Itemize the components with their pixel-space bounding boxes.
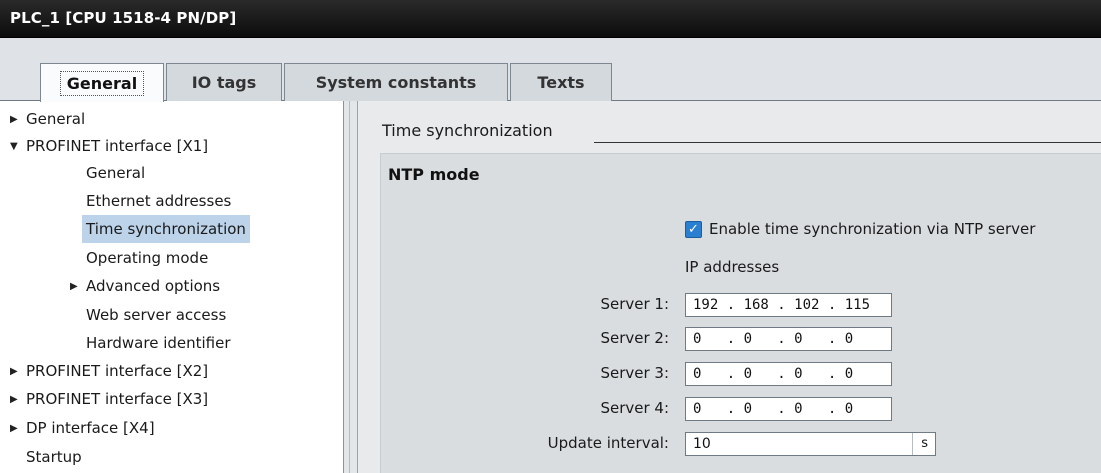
- section-title: Time synchronization: [382, 121, 561, 140]
- tab-texts[interactable]: Texts: [510, 63, 612, 101]
- nav-item-label: PROFINET interface [X1]: [26, 137, 209, 155]
- expand-arrow-icon[interactable]: ▶: [70, 281, 82, 292]
- tab-general-label: General: [59, 70, 145, 96]
- unit-separator: [912, 433, 913, 455]
- expand-arrow-icon[interactable]: ▶: [10, 394, 22, 405]
- collapse-arrow-icon[interactable]: ▼: [10, 141, 22, 152]
- update-interval-value: 10: [693, 436, 711, 452]
- server-4-ip-field[interactable]: 0 . 0 . 0 . 0: [685, 397, 892, 421]
- ip-addresses-label: IP addresses: [685, 258, 780, 276]
- nav-item-general[interactable]: ▶ General: [10, 105, 85, 133]
- nav-item-label: Advanced options: [86, 277, 221, 295]
- nav-item-profinet-x2[interactable]: ▶ PROFINET interface [X2]: [10, 357, 208, 385]
- nav-item-label: DP interface [X4]: [26, 419, 155, 437]
- window-title: PLC_1 [CPU 1518-4 PN/DP]: [10, 9, 237, 27]
- nav-item-profinet-x1[interactable]: ▼ PROFINET interface [X1]: [10, 132, 208, 160]
- section-divider: [594, 142, 1101, 143]
- tab-general[interactable]: General: [40, 63, 164, 102]
- nav-item-label: General: [26, 110, 86, 128]
- nav-item-advanced-options[interactable]: ▶ Advanced options: [70, 272, 220, 300]
- server-2-ip-field[interactable]: 0 . 0 . 0 . 0: [685, 327, 892, 351]
- nav-item-operating-mode[interactable]: Operating mode: [86, 244, 208, 272]
- tab-io-tags[interactable]: IO tags: [166, 63, 282, 101]
- enable-ntp-label: Enable time synchronization via NTP serv…: [709, 220, 1036, 238]
- nav-item-startup[interactable]: Startup: [26, 443, 82, 471]
- server-3-ip-field[interactable]: 0 . 0 . 0 . 0: [685, 362, 892, 386]
- nav-item-label: Hardware identifier: [86, 334, 231, 352]
- content-area: Time synchronization NTP mode ✓ Enable t…: [358, 101, 1101, 473]
- tab-strip: General IO tags System constants Texts: [0, 38, 1101, 102]
- tab-system-constants-label: System constants: [315, 73, 477, 92]
- nav-item-label: PROFINET interface [X2]: [26, 362, 209, 380]
- expand-arrow-icon[interactable]: ▶: [10, 114, 22, 125]
- server-4-label: Server 4:: [600, 399, 669, 417]
- update-interval-label: Update interval:: [547, 434, 669, 452]
- nav-item-dp-x4[interactable]: ▶ DP interface [X4]: [10, 414, 155, 442]
- expand-arrow-icon[interactable]: ▶: [10, 423, 22, 434]
- update-interval-unit: s: [921, 436, 928, 451]
- nav-item-label: Startup: [26, 448, 82, 466]
- nav-item-label: PROFINET interface [X3]: [26, 390, 209, 408]
- server-2-label: Server 2:: [600, 329, 669, 347]
- nav-item-web-server-access[interactable]: Web server access: [86, 301, 226, 329]
- update-interval-field[interactable]: 10 s: [685, 432, 936, 456]
- nav-item-label: General: [86, 164, 146, 182]
- nav-item-label: Time synchronization: [86, 220, 246, 238]
- tab-system-constants[interactable]: System constants: [284, 63, 508, 101]
- title-bar: PLC_1 [CPU 1518-4 PN/DP]: [0, 0, 1101, 38]
- server-1-ip-field[interactable]: 192 . 168 . 102 . 115: [685, 293, 892, 317]
- navigation-tree: ▶ General ▼ PROFINET interface [X1] Gene…: [0, 101, 344, 473]
- enable-ntp-checkbox[interactable]: ✓: [685, 221, 702, 238]
- nav-item-ethernet-addresses[interactable]: Ethernet addresses: [86, 187, 231, 215]
- nav-item-label: Web server access: [86, 306, 227, 324]
- nav-item-time-synchronization[interactable]: Time synchronization: [82, 215, 250, 243]
- splitter[interactable]: [344, 101, 358, 473]
- server-1-label: Server 1:: [600, 295, 669, 313]
- panel-title: NTP mode: [388, 165, 480, 184]
- tab-texts-label: Texts: [537, 73, 585, 92]
- nav-item-label: Operating mode: [86, 249, 209, 267]
- tab-io-tags-label: IO tags: [191, 73, 257, 92]
- nav-item-x1-general[interactable]: General: [86, 159, 145, 187]
- nav-item-hardware-identifier[interactable]: Hardware identifier: [86, 329, 231, 357]
- nav-item-label: Ethernet addresses: [86, 192, 232, 210]
- server-3-label: Server 3:: [600, 364, 669, 382]
- expand-arrow-icon[interactable]: ▶: [10, 366, 22, 377]
- nav-item-profinet-x3[interactable]: ▶ PROFINET interface [X3]: [10, 385, 208, 413]
